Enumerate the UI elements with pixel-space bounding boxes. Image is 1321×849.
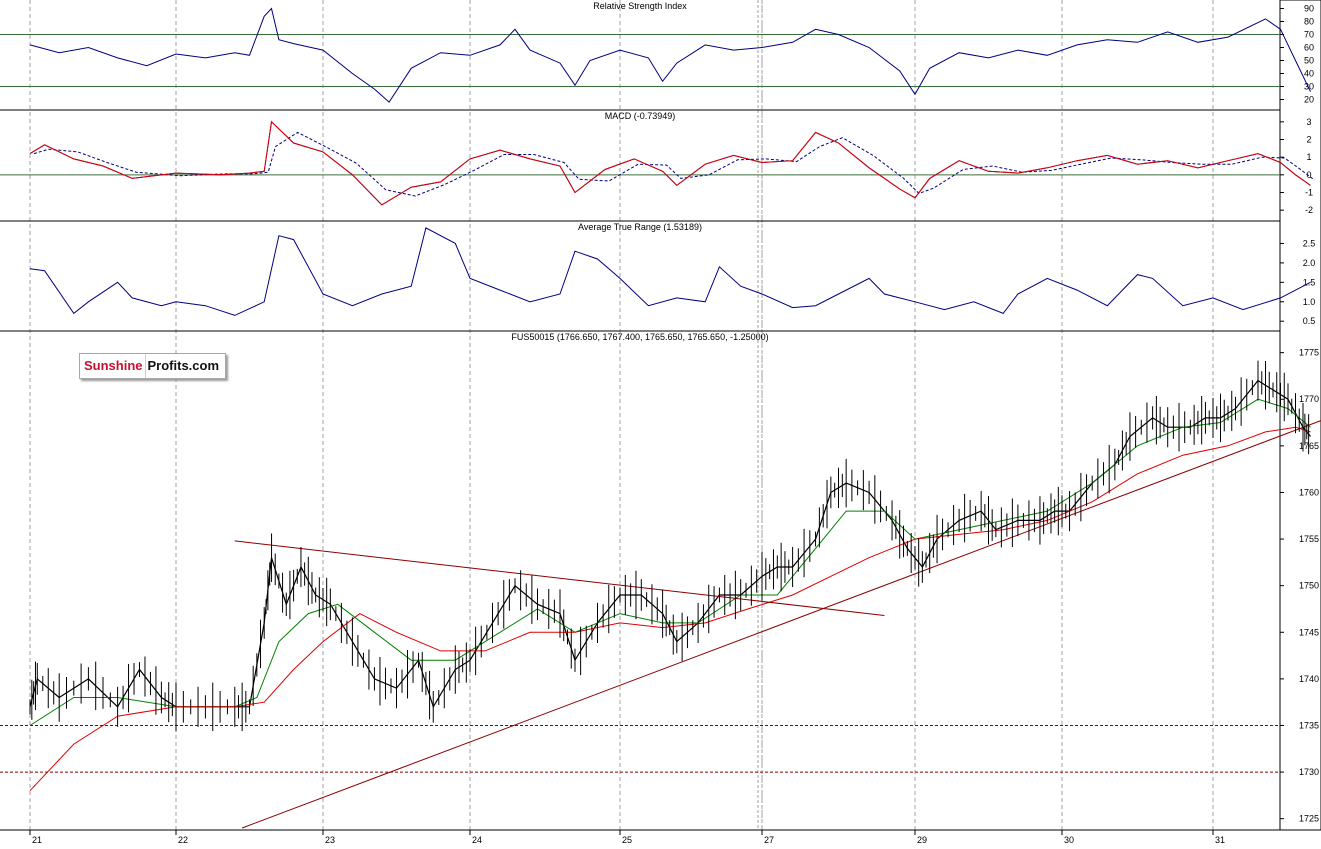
price-ytick-label: 1770: [1299, 394, 1319, 404]
atr-title: Average True Range (1.53189): [578, 222, 702, 232]
rsi-ytick-label: 20: [1304, 95, 1314, 105]
price-ytick-label: 1740: [1299, 674, 1319, 684]
x-tick-label-23: 23: [325, 835, 335, 844]
y-axis-column: [1279, 0, 1321, 831]
chart-canvas: Relative Strength Index 90 80 70 60 50 40 30 20 M…: [0, 0, 1321, 845]
atr-ytick-label: 2.5: [1303, 238, 1316, 248]
rsi-ytick-label: 30: [1304, 82, 1314, 92]
rsi-ytick-label: 60: [1304, 43, 1314, 53]
macd-ytick-label: -2: [1305, 205, 1313, 215]
stock-chart: Relative Strength Index 90 80 70 60 50 40 30 20 M…: [0, 0, 1321, 845]
atr-ytick-label: 0.5: [1303, 316, 1316, 326]
x-tick-label-24: 24: [472, 835, 482, 844]
rsi-ytick-label: 40: [1304, 69, 1314, 79]
macd-ytick-label: -1: [1305, 188, 1313, 198]
price-ytick-label: 1760: [1299, 487, 1319, 497]
macd-title: MACD (-0.73949): [605, 111, 676, 121]
sunshine-profits-logo: Sunshine Profits.com: [79, 353, 227, 379]
price-ytick-label: 1750: [1299, 581, 1319, 591]
price-ytick-label: 1745: [1299, 627, 1319, 637]
price-ytick-label: 1755: [1299, 534, 1319, 544]
x-tick-label-31: 31: [1215, 835, 1225, 844]
rsi-ytick-label: 50: [1304, 56, 1314, 66]
x-tick-label-30: 30: [1064, 835, 1074, 844]
x-tick-label-25: 25: [622, 835, 632, 844]
x-tick-label-21: 21: [32, 835, 42, 844]
macd-ytick-label: 3: [1306, 117, 1311, 127]
macd-ytick-label: 1: [1306, 152, 1311, 162]
price-ytick-label: 1775: [1299, 348, 1319, 358]
x-tick-label-22: 22: [178, 835, 188, 844]
macd-ytick-label: 2: [1306, 135, 1311, 145]
atr-ytick-label: 2.0: [1303, 258, 1316, 268]
rsi-title: Relative Strength Index: [593, 1, 687, 11]
atr-ytick-label: 1.0: [1303, 297, 1316, 307]
price-ytick-label: 1730: [1299, 767, 1319, 777]
rsi-ytick-label: 80: [1304, 17, 1314, 27]
price-ytick-label: 1735: [1299, 720, 1319, 730]
price-ytick-label: 1725: [1299, 814, 1319, 824]
rsi-ytick-label: 70: [1304, 30, 1314, 40]
price-title: FUS50015 (1766.650, 1767.400, 1765.650, …: [511, 332, 768, 342]
logo-brand-dark: Profits.com: [144, 354, 226, 378]
rsi-ytick-label: 90: [1304, 4, 1314, 14]
x-tick-label-27: 27: [764, 835, 774, 844]
logo-brand-red: Sunshine: [80, 354, 145, 378]
x-tick-label-29: 29: [917, 835, 927, 844]
